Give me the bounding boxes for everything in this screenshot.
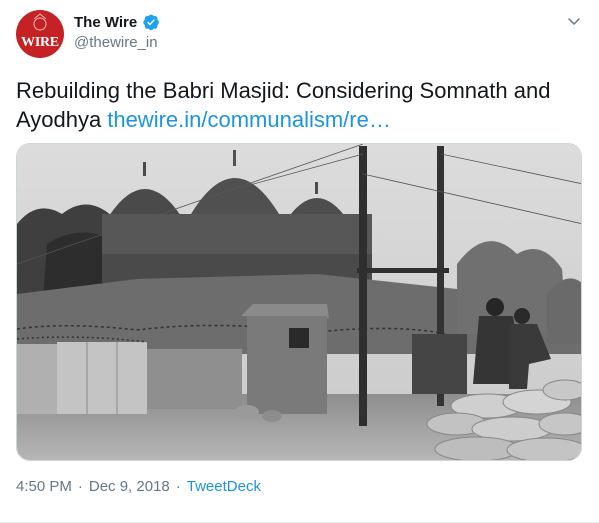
account-name[interactable]: The Wire [74,14,137,31]
avatar-logo: WIRE [21,35,59,50]
tweet-meta: 4:50 PM · Dec 9, 2018 · TweetDeck [16,478,261,495]
tweet-time[interactable]: 4:50 PM [16,478,72,495]
photo-image [17,144,581,460]
meta-separator: · [77,478,83,495]
tweet-text-block: Rebuilding the Babri Masjid: Considering… [16,76,586,134]
tweet-card: WIRE The Wire @thewire_in Rebuilding the… [0,0,599,523]
chevron-down-icon[interactable] [566,13,582,29]
tweet-link[interactable]: thewire.in/communalism/re… [107,107,391,132]
meta-separator: · [175,478,181,495]
verified-badge-icon [143,14,159,31]
avatar[interactable]: WIRE [16,10,64,58]
account-handle[interactable]: @thewire_in [74,34,158,51]
tweet-source[interactable]: TweetDeck [187,478,261,495]
tweet-date[interactable]: Dec 9, 2018 [89,478,170,495]
tweet-photo[interactable] [16,143,582,461]
